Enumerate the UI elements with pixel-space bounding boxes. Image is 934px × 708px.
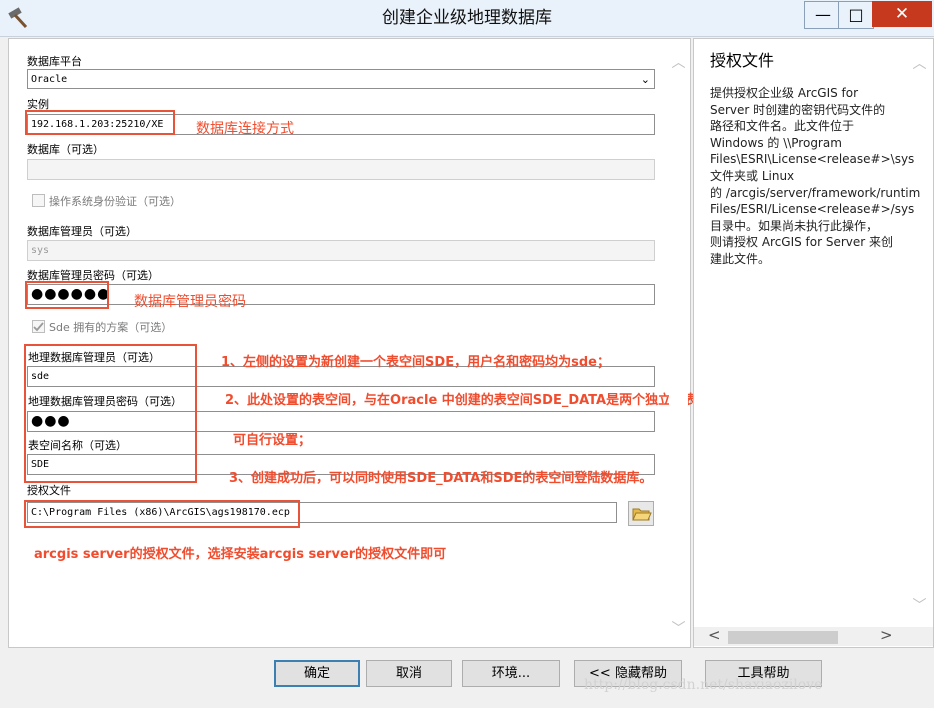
note-1: 1、左侧的设置为新创建一个表空间SDE，用户名和密码均为sde； [221,355,610,370]
db-admin-label: 数据库管理员（可选） [27,225,137,238]
os-auth-checkbox[interactable] [32,194,45,207]
folder-icon [632,508,652,521]
maximize-button[interactable]: □ [838,1,874,29]
scroll-right-icon[interactable]: > [880,626,893,644]
scroll-down-icon[interactable]: ﹀ [669,618,688,638]
window-title: 创建企业级地理数据库 [382,8,552,28]
hammer-icon [6,7,30,29]
sde-schema-checkbox[interactable] [32,320,45,333]
scroll-left-icon[interactable]: < [708,626,721,644]
admin-password-highlight-box [25,281,109,309]
db-admin-password-input[interactable]: ●●●●●● [27,284,655,305]
help-scroll-down-icon[interactable]: ﹀ [910,595,929,615]
platform-label: 数据库平台 [27,55,82,68]
help-title: 授权文件 [710,51,775,70]
note-2-continued: 可自行设置； [233,433,312,448]
gdb-settings-highlight-box [24,344,197,483]
minimize-button[interactable]: — [804,1,842,29]
help-line: 目录中。如果尚未执行此操作， [710,218,879,233]
database-input[interactable] [27,159,655,180]
checkmark-icon [33,322,44,332]
help-line: Windows 的 \\Program [710,135,842,150]
cancel-button[interactable]: 取消 [366,660,452,687]
note-3: 3、创建成功后，可以同时使用SDE_DATA和SDE的表空间登陆数据库。 [229,471,653,486]
help-line: 路径和文件名。此文件位于 [710,119,855,134]
environment-button[interactable]: 环境... [462,660,560,687]
license-highlight-box [24,500,300,528]
watermark-text: http://blog.csdn.net/shaxiaozilove [584,677,823,693]
chevron-down-icon: ⌄ [640,73,650,86]
help-line: 则请授权 ArcGIS for Server 来创 [710,235,894,250]
help-line: Files/ESRI/License<release#>/sys [710,202,915,217]
close-button[interactable]: ✕ [872,1,932,27]
license-file-label: 授权文件 [27,484,71,497]
instance-highlight-box [25,110,175,135]
ok-button[interactable]: 确定 [274,660,360,687]
help-line: Server 时创建的密钥代码文件的 [710,102,886,117]
scroll-up-icon[interactable]: ︿ [669,52,688,72]
license-annotation: arcgis server的授权文件，选择安装arcgis server的授权文… [34,547,447,562]
form-scrollbar[interactable] [669,39,688,645]
help-line: 文件夹或 Linux [710,168,795,183]
db-admin-input[interactable]: sys [27,240,655,261]
connection-annotation: 数据库连接方式 [196,121,294,137]
help-body: 提供授权企业级 ArcGIS for Server 时创建的密钥代码文件的 路径… [710,85,933,268]
sde-schema-label: Sde 拥有的方案（可选） [49,321,173,334]
help-panel: 授权文件 提供授权企业级 ArcGIS for Server 时创建的密钥代码文… [693,38,934,648]
admin-password-annotation: 数据库管理员密码 [134,294,246,310]
browse-folder-button[interactable] [628,501,654,526]
help-scroll-up-icon[interactable]: ︿ [910,53,929,73]
platform-value: Oracle [31,74,68,85]
help-line: 的 /arcgis/server/framework/runtim [710,185,921,200]
platform-select[interactable]: Oracle ⌄ [27,69,655,89]
help-line: Files\ESRI\License<release#>\sys [710,152,915,167]
help-line: 提供授权企业级 ArcGIS for [710,86,859,100]
os-auth-label: 操作系统身份验证（可选） [49,195,181,208]
help-scroll-thumb[interactable] [728,631,838,644]
database-label: 数据库（可选） [27,143,104,156]
help-line: 建此文件。 [710,251,771,266]
